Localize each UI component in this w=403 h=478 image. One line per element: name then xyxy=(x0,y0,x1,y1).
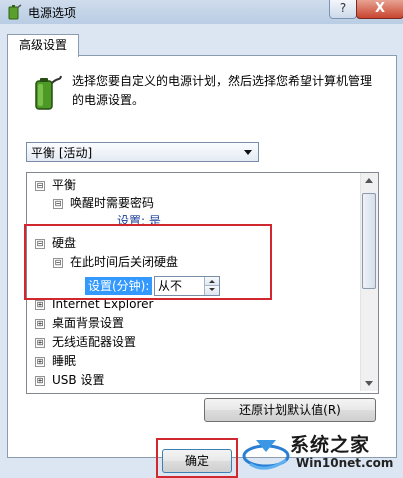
tree-item-label: 无线适配器设置 xyxy=(52,335,137,349)
restore-defaults-button[interactable]: 还原计划默认值(R) xyxy=(204,398,376,422)
tree-item-wireless-adapter[interactable]: ⊞ 无线适配器设置 xyxy=(35,333,136,351)
tree-item-label: 睡眠 xyxy=(52,354,77,368)
tree-item-label: 唤醒时需要密码 xyxy=(70,196,155,210)
power-plan-select[interactable]: 平衡 [活动] xyxy=(26,142,259,162)
expand-icon[interactable]: ⊞ xyxy=(35,375,45,386)
scroll-down-arrow-icon[interactable] xyxy=(365,381,373,386)
tree-item-balanced[interactable]: ⊟ 平衡 xyxy=(35,176,76,194)
tree-item-wake-password[interactable]: ⊟ 唤醒时需要密码 xyxy=(53,194,154,212)
tree-item-label: 桌面背景设置 xyxy=(52,316,125,330)
tree-item-label: USB 设置 xyxy=(52,373,105,387)
battery-power-icon xyxy=(35,75,62,110)
watermark-name: 系统之家 xyxy=(290,434,371,456)
tree-scrollbar[interactable] xyxy=(360,173,378,391)
chevron-down-icon xyxy=(244,150,252,155)
expand-icon[interactable]: ⊞ xyxy=(35,356,45,367)
scroll-up-arrow-icon[interactable] xyxy=(365,178,373,183)
expand-icon[interactable]: ⊞ xyxy=(35,318,45,329)
help-button[interactable]: ? xyxy=(329,0,357,19)
scrollbar-thumb[interactable] xyxy=(362,193,376,289)
expand-icon[interactable]: ⊞ xyxy=(35,299,45,310)
power-plan-select-value: 平衡 [活动] xyxy=(31,146,93,160)
tree-item-sleep[interactable]: ⊞ 睡眠 xyxy=(35,352,76,370)
tree-item-label: 平衡 xyxy=(52,178,77,192)
ok-button[interactable]: 确定 xyxy=(162,449,232,473)
close-button[interactable]: X xyxy=(356,0,403,19)
tab-advanced-settings[interactable]: 高级设置 xyxy=(7,34,79,57)
power-options-window: 电源选项 ? X 高级设置 选择您要自定义的电源计划，然后选择您希望计算机管理的… xyxy=(0,0,403,478)
tree-item-usb-settings[interactable]: ⊞ USB 设置 xyxy=(35,371,104,389)
power-options-icon xyxy=(8,4,22,20)
window-title: 电源选项 xyxy=(28,6,77,20)
description-text: 选择您要自定义的电源计划，然后选择您希望计算机管理的电源设置。 xyxy=(72,74,373,107)
tree-item-desktop-background[interactable]: ⊞ 桌面背景设置 xyxy=(35,314,124,332)
watermark-url: Win10net.com xyxy=(296,456,394,470)
collapse-icon[interactable]: ⊟ xyxy=(35,180,45,191)
expand-icon[interactable]: ⊞ xyxy=(35,337,45,348)
hard-disk-highlight-box xyxy=(24,224,272,300)
collapse-icon[interactable]: ⊟ xyxy=(53,198,63,209)
